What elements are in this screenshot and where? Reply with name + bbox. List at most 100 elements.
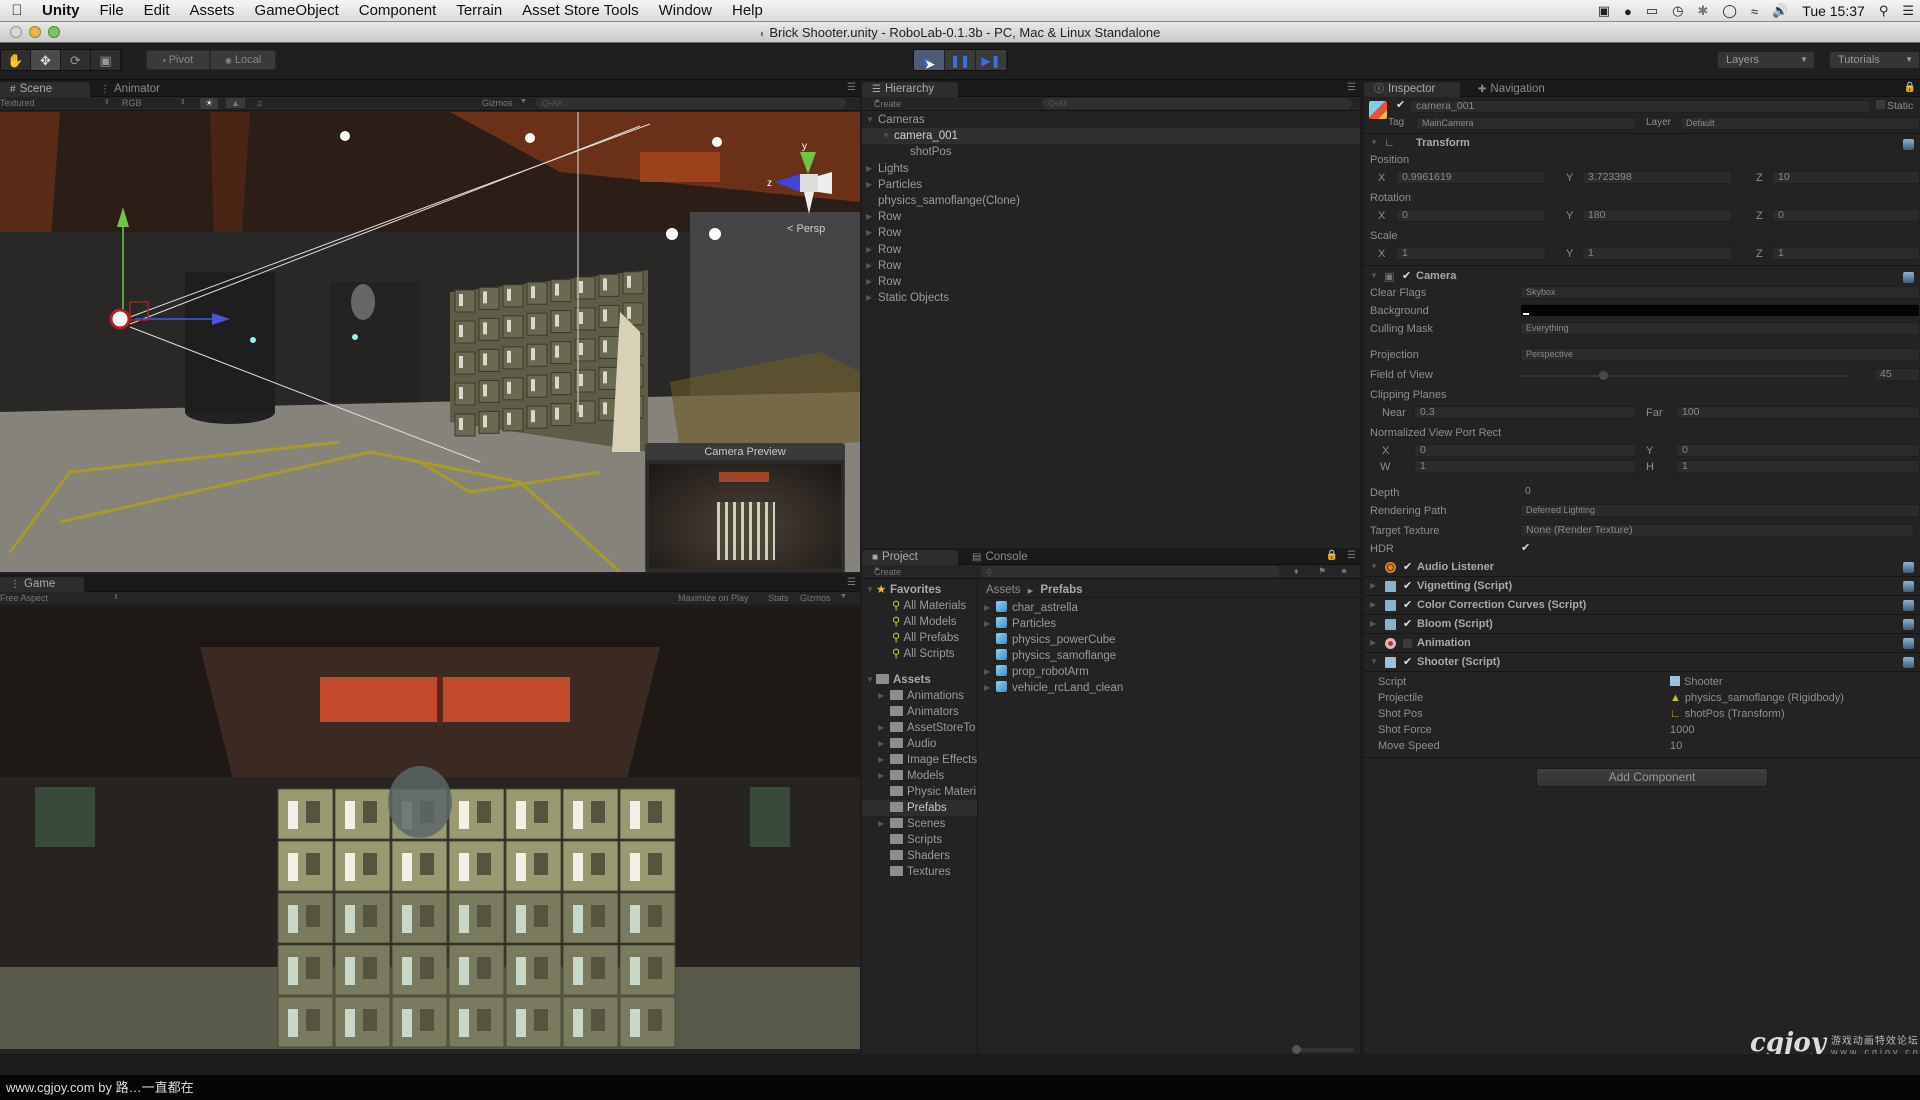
scale-x-field[interactable]: 1: [1396, 247, 1546, 260]
component-enabled-checkbox[interactable]: ✔: [1403, 579, 1412, 592]
expand-arrow-icon[interactable]: ▶: [878, 720, 884, 736]
tab-navigation[interactable]: ✚ Navigation: [1468, 82, 1555, 97]
menu-gameobject[interactable]: GameObject: [245, 2, 349, 19]
help-book-icon[interactable]: [1903, 581, 1914, 592]
prefab-item-char-astrella[interactable]: ▶ char_astrella: [980, 600, 1360, 616]
pivot-toggle[interactable]: ▪ Pivot: [146, 50, 210, 70]
help-book-icon[interactable]: [1903, 619, 1914, 630]
component-enabled-checkbox[interactable]: ✔: [1403, 560, 1412, 573]
help-book-icon[interactable]: [1903, 272, 1914, 283]
tab-hierarchy[interactable]: ☰ Hierarchy: [862, 82, 958, 97]
asset-folder-shaders[interactable]: Shaders: [862, 848, 977, 864]
asset-folder-audio[interactable]: ▶ Audio: [862, 736, 977, 752]
asset-folder-assetstoreto[interactable]: ▶ AssetStoreTo: [862, 720, 977, 736]
camera-gizmo-icon[interactable]: [109, 308, 131, 330]
asset-folder-animations[interactable]: ▶ Animations: [862, 688, 977, 704]
position-z-field[interactable]: 10: [1772, 171, 1920, 184]
gizmo-center-cube[interactable]: [800, 174, 818, 192]
viewport-y-field[interactable]: 0: [1676, 444, 1920, 457]
hdr-checkbox[interactable]: ✔: [1521, 541, 1533, 554]
favorite-star-icon[interactable]: ★: [1340, 566, 1348, 577]
point-light-gizmo-icon[interactable]: [352, 334, 358, 340]
panel-menu-icon[interactable]: ☰: [1347, 550, 1356, 561]
tab-animator[interactable]: ⋮ Animator: [90, 82, 170, 97]
script-field[interactable]: Shooter: [1670, 676, 1723, 688]
light-gizmo-icon[interactable]: [712, 137, 722, 147]
minimize-window-button[interactable]: [29, 26, 41, 38]
maximize-on-play-toggle[interactable]: Maximize on Play: [678, 593, 749, 603]
panel-menu-icon[interactable]: ☰: [1347, 82, 1356, 93]
component-header-shooter-script[interactable]: ▼ ✔ Shooter (Script): [1364, 653, 1920, 672]
scale-z-field[interactable]: 1: [1772, 247, 1920, 260]
scene-lighting-toggle-icon[interactable]: ☀: [200, 98, 219, 109]
persp-label[interactable]: < Persp: [787, 223, 825, 235]
project-search-input[interactable]: ⚲: [980, 566, 1280, 577]
rotation-z-field[interactable]: 0: [1772, 209, 1920, 222]
time-machine-icon[interactable]: ◷: [1672, 3, 1683, 19]
movespeed-field[interactable]: 10: [1670, 740, 1682, 752]
local-toggle[interactable]: ◉ Local: [210, 50, 276, 70]
favorites-header[interactable]: ▼ ★ Favorites: [862, 582, 977, 598]
hierarchy-item-row[interactable]: ▶ Row: [862, 225, 1360, 241]
target-texture-field[interactable]: None (Render Texture): [1520, 524, 1914, 537]
asset-folder-animators[interactable]: Animators: [862, 704, 977, 720]
gizmos-dropdown[interactable]: Gizmos: [482, 98, 513, 108]
icon-size-slider[interactable]: [1292, 1045, 1354, 1054]
viewport-x-field[interactable]: 0: [1414, 444, 1636, 457]
menu-edit[interactable]: Edit: [134, 2, 180, 19]
menu-terrain[interactable]: Terrain: [446, 2, 512, 19]
gameobject-name-field[interactable]: camera_001: [1410, 100, 1870, 113]
render-mode-dropdown[interactable]: RGB: [122, 98, 142, 108]
wifi-icon[interactable]: ≈: [1751, 4, 1758, 19]
layers-dropdown[interactable]: Layers ▼: [1717, 51, 1815, 69]
pause-button[interactable]: ❚❚: [945, 50, 976, 70]
close-window-button[interactable]: [10, 26, 22, 38]
scale-y-field[interactable]: 1: [1582, 247, 1732, 260]
light-gizmo-icon[interactable]: [340, 131, 350, 141]
tab-scene[interactable]: # Scene: [0, 82, 90, 97]
menu-app-name[interactable]: Unity: [32, 2, 90, 19]
lock-icon[interactable]: 🔒: [1326, 550, 1338, 561]
component-header-color-correction-curves-script[interactable]: ▶ ✔ Color Correction Curves (Script): [1364, 596, 1920, 615]
projection-dropdown[interactable]: Perspective: [1520, 348, 1920, 361]
depth-field[interactable]: 0: [1520, 486, 1920, 499]
component-header-audio-listener[interactable]: ▼ ✔ Audio Listener: [1364, 558, 1920, 577]
expand-arrow-icon[interactable]: ▶: [866, 161, 872, 177]
expand-arrow-icon[interactable]: ▶: [866, 225, 872, 241]
asset-folder-scenes[interactable]: ▶ Scenes: [862, 816, 977, 832]
hierarchy-item-row[interactable]: ▶ Row: [862, 258, 1360, 274]
breadcrumb-prefabs[interactable]: Prefabs: [1040, 584, 1082, 596]
expand-arrow-icon[interactable]: ▶: [1370, 619, 1376, 628]
hand-tool-icon[interactable]: ✋: [1, 50, 31, 70]
rotate-tool-icon[interactable]: ⟳: [61, 50, 91, 70]
tutorials-dropdown[interactable]: Tutorials ▼: [1829, 51, 1920, 69]
bluetooth-icon[interactable]: ✱: [1697, 3, 1708, 19]
expand-arrow-icon[interactable]: ▶: [866, 274, 872, 290]
asset-folder-textures[interactable]: Textures: [862, 864, 977, 880]
collapse-arrow-icon[interactable]: ▼: [1370, 138, 1378, 147]
help-book-icon[interactable]: [1903, 600, 1914, 611]
hierarchy-item-lights[interactable]: ▶ Lights: [862, 161, 1360, 177]
game-gizmos-dropdown[interactable]: Gizmos: [800, 593, 831, 603]
gameobject-active-checkbox[interactable]: ✔: [1396, 98, 1408, 111]
hierarchy-item-row[interactable]: ▶ Row: [862, 209, 1360, 225]
favorite-all-models[interactable]: ⚲ All Models: [862, 614, 977, 630]
collapse-arrow-icon[interactable]: ▼: [1370, 271, 1378, 280]
expand-arrow-icon[interactable]: ▶: [1370, 581, 1376, 590]
scene-audio-toggle-icon[interactable]: ♫: [256, 98, 263, 108]
position-x-field[interactable]: 0.9961619: [1396, 171, 1546, 184]
expand-arrow-icon[interactable]: ▶: [866, 258, 872, 274]
component-enabled-checkbox[interactable]: [1403, 639, 1412, 648]
display-icon[interactable]: ▭: [1646, 3, 1658, 19]
menu-file[interactable]: File: [90, 2, 134, 19]
scene-search-input[interactable]: Q•All: [536, 98, 846, 109]
prefab-item-physics-samoflange[interactable]: physics_samoflange: [980, 648, 1360, 664]
menu-assets[interactable]: Assets: [180, 2, 245, 19]
help-book-icon[interactable]: [1903, 638, 1914, 649]
expand-arrow-icon[interactable]: ▼: [866, 112, 874, 128]
rotation-y-field[interactable]: 180: [1582, 209, 1732, 222]
near-field[interactable]: 0.3: [1414, 406, 1636, 419]
panel-menu-icon[interactable]: ☰: [847, 82, 856, 93]
panel-menu-icon[interactable]: ☰: [847, 577, 856, 588]
aspect-dropdown[interactable]: Free Aspect: [0, 593, 48, 603]
